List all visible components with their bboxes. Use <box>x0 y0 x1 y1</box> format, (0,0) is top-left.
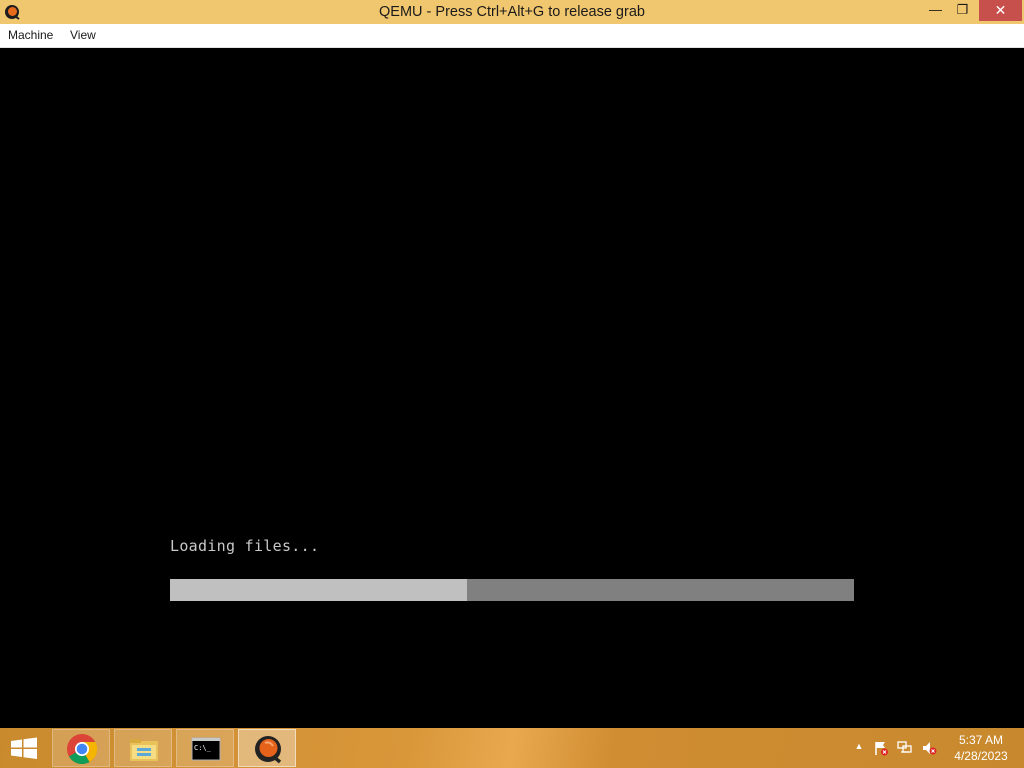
taskbar-chrome-button[interactable] <box>52 729 110 767</box>
menu-bar: Machine View <box>0 24 1024 48</box>
menu-view[interactable]: View <box>62 24 104 47</box>
loading-progress-fill <box>170 579 467 601</box>
minimize-button[interactable]: — <box>922 0 949 21</box>
taskbar: C:\_ ▲ 5:37 AM 4/28/2023 <box>0 728 1024 768</box>
system-tray: ▲ <box>850 728 940 768</box>
taskbar-qemu-button[interactable] <box>238 729 296 767</box>
start-button[interactable] <box>0 728 48 768</box>
restore-button[interactable]: ❐ <box>949 0 976 21</box>
action-center-flag-icon[interactable] <box>873 740 889 756</box>
taskbar-explorer-button[interactable] <box>114 729 172 767</box>
taskbar-cmd-button[interactable]: C:\_ <box>176 729 234 767</box>
chrome-icon <box>67 734 98 765</box>
loading-progress-bar <box>170 579 854 601</box>
menu-machine[interactable]: Machine <box>0 24 61 47</box>
clock-time: 5:37 AM <box>958 733 1004 747</box>
close-button[interactable]: ✕ <box>979 0 1022 21</box>
window-titlebar[interactable]: QEMU - Press Ctrl+Alt+G to release grab … <box>0 0 1024 24</box>
cmd-prompt-glyph: C:\_ <box>194 744 212 752</box>
volume-muted-icon[interactable] <box>921 740 937 756</box>
folder-icon <box>130 739 158 761</box>
show-hidden-icons-button[interactable]: ▲ <box>851 741 867 757</box>
loading-status-text: Loading files... <box>170 537 320 555</box>
guest-display[interactable]: Loading files... <box>0 48 1024 728</box>
qemu-icon <box>255 736 282 764</box>
cmd-icon: C:\_ <box>191 737 221 761</box>
clock-date: 4/28/2023 <box>954 749 1008 763</box>
taskbar-clock[interactable]: 5:37 AM 4/28/2023 <box>944 732 1018 764</box>
window-title: QEMU - Press Ctrl+Alt+G to release grab <box>379 4 645 20</box>
network-icon[interactable] <box>897 740 913 756</box>
